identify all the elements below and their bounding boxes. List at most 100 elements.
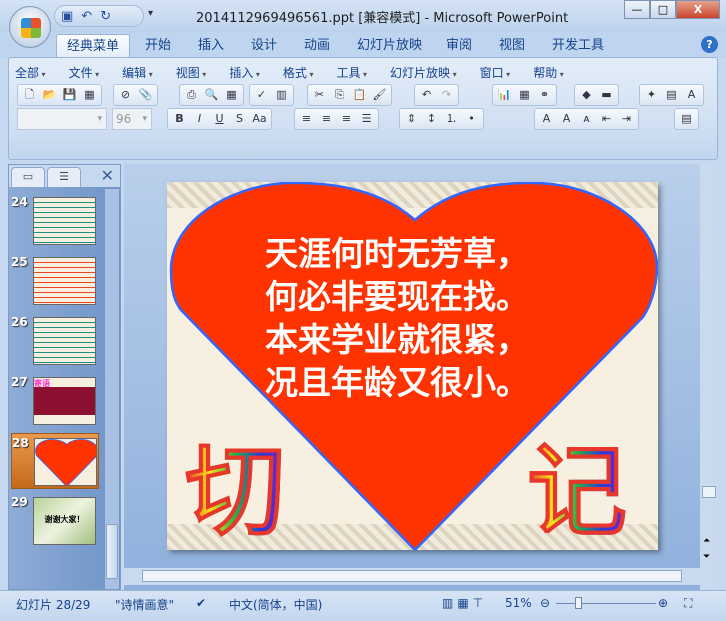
menu-window[interactable]: 窗口 [480, 64, 511, 81]
vertical-scroll-thumb[interactable] [702, 486, 716, 498]
menu-edit[interactable]: 编辑 [122, 64, 153, 81]
paste-icon[interactable]: 📋 [351, 87, 368, 103]
menu-insert[interactable]: 插入 [229, 64, 260, 81]
shadow-button[interactable]: S [231, 111, 248, 127]
panel-scroll-thumb[interactable] [106, 524, 118, 579]
increase-indent-icon[interactable]: ⇥ [618, 111, 635, 127]
justify-icon[interactable]: ☰ [358, 111, 375, 127]
menu-slideshow[interactable]: 幻灯片放映 [390, 64, 457, 81]
open-icon[interactable]: 📂 [41, 87, 58, 103]
slide-thumbnail-28[interactable]: 28 [11, 433, 99, 489]
office-button[interactable] [9, 6, 51, 48]
next-slide-icon[interactable]: ⏷ [703, 552, 710, 562]
undo-icon[interactable]: ↶ [81, 9, 92, 24]
new-slide-icon[interactable]: ✦ [643, 87, 660, 103]
align-left-icon[interactable]: ≡ [298, 111, 315, 127]
vertical-scrollbar[interactable]: ⏶ ⏷ [700, 164, 718, 590]
numbering-icon[interactable]: ⒈ [443, 111, 460, 127]
hyperlink-icon[interactable]: ⚭ [536, 87, 553, 103]
decrease-indent-icon[interactable]: ⇤ [598, 111, 615, 127]
format-painter-icon[interactable]: 🖌 [371, 87, 388, 103]
underline-button[interactable]: U [211, 111, 228, 127]
tab-classic-menu[interactable]: 经典菜单 [56, 34, 131, 58]
tab-view[interactable]: 视图 [499, 34, 525, 58]
grid-icon[interactable]: ▦ [223, 87, 240, 103]
zoom-slider[interactable] [556, 597, 656, 609]
maximize-button[interactable]: □ [650, 0, 676, 19]
language[interactable]: 中文(简体，中国) [229, 596, 322, 613]
italic-button[interactable]: I [191, 111, 208, 127]
menu-format[interactable]: 格式 [283, 64, 314, 81]
spellcheck-icon[interactable]: ✔ [196, 596, 206, 610]
layout-icon[interactable]: ▤ [663, 87, 680, 103]
slide-thumbnail-26[interactable]: 26 [11, 313, 99, 369]
slide-thumbnail-27[interactable]: 27 寄语 [11, 373, 99, 429]
font-size-select[interactable]: 96 [112, 108, 152, 130]
zoom-in-icon[interactable]: ⊕ [658, 596, 668, 610]
fit-to-window-icon[interactable]: ⛶ [684, 596, 692, 611]
tab-review[interactable]: 审阅 [446, 34, 472, 58]
copy-icon[interactable]: ⎘ [331, 87, 348, 103]
panel-scrollbar[interactable] [105, 189, 119, 589]
bullets-icon[interactable]: • [463, 111, 480, 127]
tab-developer[interactable]: 开发工具 [552, 34, 604, 58]
current-slide[interactable]: 切 记 天涯何时无芳草， 何必非要现在找。 本来学业就很紧， 况且年龄又很小。 [167, 182, 658, 550]
print-icon[interactable]: ⎙ [183, 87, 200, 103]
help-icon[interactable]: ? [701, 36, 718, 53]
zoom-out-icon[interactable]: ⊖ [540, 596, 550, 610]
slides-tab-icon[interactable]: ▭ [11, 167, 45, 187]
tab-insert[interactable]: 插入 [198, 34, 224, 58]
no-entry-doc-icon[interactable]: ⊘ [117, 87, 134, 103]
customize-qat-icon[interactable]: ▾ [148, 8, 153, 19]
undo-icon[interactable]: ↶ [418, 87, 435, 103]
view-buttons[interactable]: ▥▦⊤ [442, 596, 487, 610]
redo-icon[interactable]: ↷ [438, 87, 455, 103]
color-scheme-icon[interactable]: ◆ [578, 87, 595, 103]
slide-thumbnail-24[interactable]: 24 [11, 193, 99, 249]
table-icon[interactable]: ▦ [516, 87, 533, 103]
slide-thumbnail-29[interactable]: 29 谢谢大家！ [11, 493, 99, 549]
save-icon[interactable]: ▣ [61, 9, 73, 24]
permission-icon[interactable]: ▦ [81, 87, 98, 103]
textbox-icon[interactable]: A [683, 87, 700, 103]
menu-file[interactable]: 文件 [69, 64, 100, 81]
spelling-icon[interactable]: ✓ [253, 87, 270, 103]
tab-design[interactable]: 设计 [251, 34, 277, 58]
shrink-font-icon[interactable]: ᴀ [578, 111, 595, 127]
font-color-icon[interactable]: A [538, 111, 555, 127]
previous-slide-icon[interactable]: ⏶ [703, 536, 710, 546]
text-direction-icon[interactable]: ⇕ [403, 111, 420, 127]
slide-thumbnail-25[interactable]: 25 [11, 253, 99, 309]
horizontal-scroll-thumb[interactable] [142, 570, 682, 582]
print-preview-icon[interactable]: 🔍 [203, 87, 220, 103]
zoom-slider-thumb[interactable] [575, 597, 583, 609]
horizontal-scrollbar[interactable] [124, 568, 700, 585]
poem-text[interactable]: 天涯何时无芳草， 何必非要现在找。 本来学业就很紧， 况且年龄又很小。 [265, 232, 529, 404]
slide-design-icon[interactable]: ▤ [678, 111, 695, 127]
menu-all[interactable]: 全部 [15, 64, 46, 81]
bold-button[interactable]: B [171, 111, 188, 127]
zoom-level[interactable]: 51% [505, 596, 532, 610]
grayscale-icon[interactable]: ▬ [598, 87, 615, 103]
tab-home[interactable]: 开始 [145, 34, 171, 58]
close-button[interactable]: X [676, 0, 720, 19]
change-case-button[interactable]: Aa [251, 111, 268, 127]
research-icon[interactable]: ▥ [273, 87, 290, 103]
grow-font-icon[interactable]: A [558, 111, 575, 127]
tab-slideshow[interactable]: 幻灯片放映 [357, 34, 422, 58]
outline-tab-icon[interactable]: ☰ [47, 167, 81, 187]
align-center-icon[interactable]: ≡ [318, 111, 335, 127]
chart-icon[interactable]: 📊 [496, 87, 513, 103]
save-icon[interactable]: 💾 [61, 87, 78, 103]
line-spacing-icon[interactable]: ↕ [423, 111, 440, 127]
minimize-button[interactable]: — [624, 0, 650, 19]
cut-icon[interactable]: ✂ [311, 87, 328, 103]
align-right-icon[interactable]: ≡ [338, 111, 355, 127]
font-name-select[interactable] [17, 108, 107, 130]
attach-icon[interactable]: 📎 [137, 87, 154, 103]
redo-icon[interactable]: ↻ [100, 9, 111, 24]
menu-view[interactable]: 视图 [176, 64, 207, 81]
new-icon[interactable]: 🗋 [21, 87, 38, 103]
menu-tools[interactable]: 工具 [336, 64, 367, 81]
menu-help[interactable]: 帮助 [533, 64, 564, 81]
